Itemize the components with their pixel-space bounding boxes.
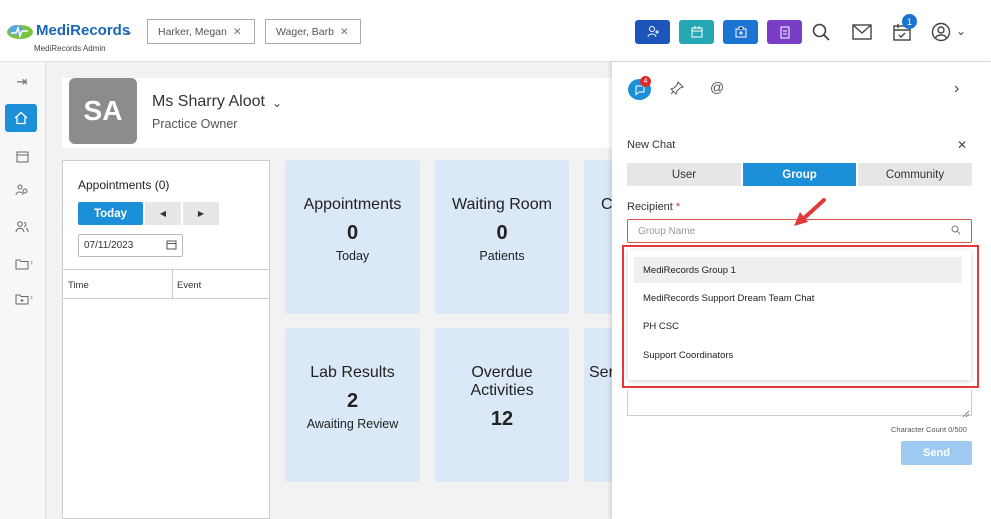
tile-title: Waiting Room — [452, 196, 552, 213]
profile-card — [62, 78, 622, 148]
folder-icon[interactable] — [12, 254, 32, 274]
pin-icon[interactable] — [670, 81, 684, 100]
logo-chevron-icon[interactable]: ⌄ — [124, 25, 133, 38]
tile-appointments[interactable]: Appointments 0 Today — [285, 160, 420, 314]
today-button[interactable]: Today — [78, 202, 143, 225]
date-input[interactable]: 07/11/2023 — [78, 234, 183, 257]
annotation-arrow — [790, 196, 830, 237]
tile-subtitle: Patients — [479, 249, 525, 263]
profile-name[interactable]: Ms Sharry Aloot — [152, 93, 265, 111]
chevron-down-icon[interactable]: ⌄ — [272, 96, 282, 110]
mail-icon[interactable] — [852, 24, 872, 45]
tile-overdue-activities[interactable]: Overdue Activities 12 — [435, 328, 569, 482]
calendar-icon[interactable] — [166, 239, 177, 253]
logo-text[interactable]: MediRecords — [36, 22, 130, 39]
search-icon[interactable] — [812, 23, 830, 46]
required-mark: * — [675, 201, 681, 213]
medical-kit-button[interactable] — [723, 20, 758, 44]
calendar-icon — [691, 26, 702, 38]
patient-tab-label: Wager, Barb — [276, 25, 334, 38]
chat-badge: 4 — [640, 76, 651, 87]
segment-user[interactable]: User — [627, 163, 741, 186]
column-divider — [172, 269, 173, 299]
patient-tab-label: Harker, Megan — [158, 25, 227, 38]
tile-lab-results[interactable]: Lab Results 2 Awaiting Review — [285, 328, 420, 482]
user-account-icon[interactable] — [931, 22, 951, 47]
segment-community[interactable]: Community — [858, 163, 972, 186]
chevron-right-icon[interactable]: › — [30, 292, 33, 302]
tile-title: Ser — [589, 364, 612, 381]
character-count: Character Count 0/500 — [891, 425, 967, 434]
tile-title: Lab Results — [310, 364, 395, 381]
appointments-title: Appointments (0) — [78, 178, 170, 192]
column-time[interactable]: Time — [68, 280, 89, 291]
recipient-label: Recipient * — [627, 201, 680, 213]
new-chat-title: New Chat — [627, 139, 676, 151]
message-textarea[interactable] — [627, 390, 972, 416]
clipboard-button[interactable] — [767, 20, 802, 44]
prev-day-button[interactable]: ◀ — [145, 202, 181, 225]
column-event[interactable]: Event — [177, 280, 201, 291]
tile-subtitle: Today — [335, 249, 370, 263]
users-icon[interactable] — [12, 217, 32, 237]
tile-waiting-room[interactable]: Waiting Room 0 Patients — [435, 160, 569, 314]
tile-partial-co[interactable]: Co — [584, 160, 612, 314]
profile-role: Practice Owner — [152, 117, 238, 131]
chevron-down-icon[interactable]: ⌄ — [956, 24, 966, 38]
collapse-panel-icon[interactable]: › — [954, 80, 959, 98]
avatar: SA — [69, 78, 137, 144]
resize-handle-icon[interactable] — [962, 405, 970, 423]
date-value: 07/11/2023 — [84, 240, 134, 251]
logo-subtitle: MediRecords Admin — [34, 44, 106, 53]
patients-icon[interactable] — [12, 180, 32, 200]
patient-tab-wager[interactable]: Wager, Barb ✕ — [265, 19, 361, 44]
search-icon[interactable] — [951, 225, 961, 238]
shared-folder-icon[interactable] — [12, 289, 32, 309]
tile-count: 12 — [490, 408, 514, 430]
tile-partial-ser[interactable]: Ser — [584, 328, 612, 482]
tile-count: 0 — [496, 222, 508, 244]
segment-group[interactable]: Group — [743, 163, 856, 186]
tile-subtitle: Awaiting Review — [306, 417, 399, 431]
tile-count: 0 — [346, 222, 359, 244]
recipient-label-text: Recipient — [627, 201, 673, 213]
logo-icon — [6, 22, 34, 40]
send-button[interactable]: Send — [901, 441, 972, 465]
calendar-icon[interactable] — [12, 146, 32, 166]
tile-title: Overdue Activities — [470, 364, 534, 399]
home-icon[interactable] — [5, 104, 37, 132]
person-add-icon — [647, 26, 659, 38]
notification-badge: 1 — [902, 14, 917, 29]
annotation-highlight-box — [622, 245, 979, 388]
close-icon[interactable]: ✕ — [233, 26, 242, 38]
appointments-table-header — [62, 269, 270, 299]
tile-count: 2 — [346, 390, 359, 412]
medical-bag-icon — [735, 26, 746, 38]
close-icon[interactable]: ✕ — [340, 26, 349, 38]
add-patient-button[interactable] — [635, 20, 670, 44]
mention-icon[interactable]: @ — [710, 79, 724, 95]
close-icon[interactable]: ✕ — [957, 138, 967, 152]
tile-title: Co — [601, 196, 612, 213]
clipboard-icon — [780, 26, 789, 39]
tile-title: Appointments — [303, 196, 402, 213]
recipient-placeholder: Group Name — [638, 225, 696, 237]
calendar-button[interactable] — [679, 20, 714, 44]
chevron-right-icon[interactable]: › — [30, 257, 33, 267]
patient-tab-harker[interactable]: Harker, Megan ✕ — [147, 19, 255, 44]
next-day-button[interactable]: ▶ — [183, 202, 219, 225]
expand-sidebar-icon[interactable]: ⇥ — [12, 72, 32, 92]
